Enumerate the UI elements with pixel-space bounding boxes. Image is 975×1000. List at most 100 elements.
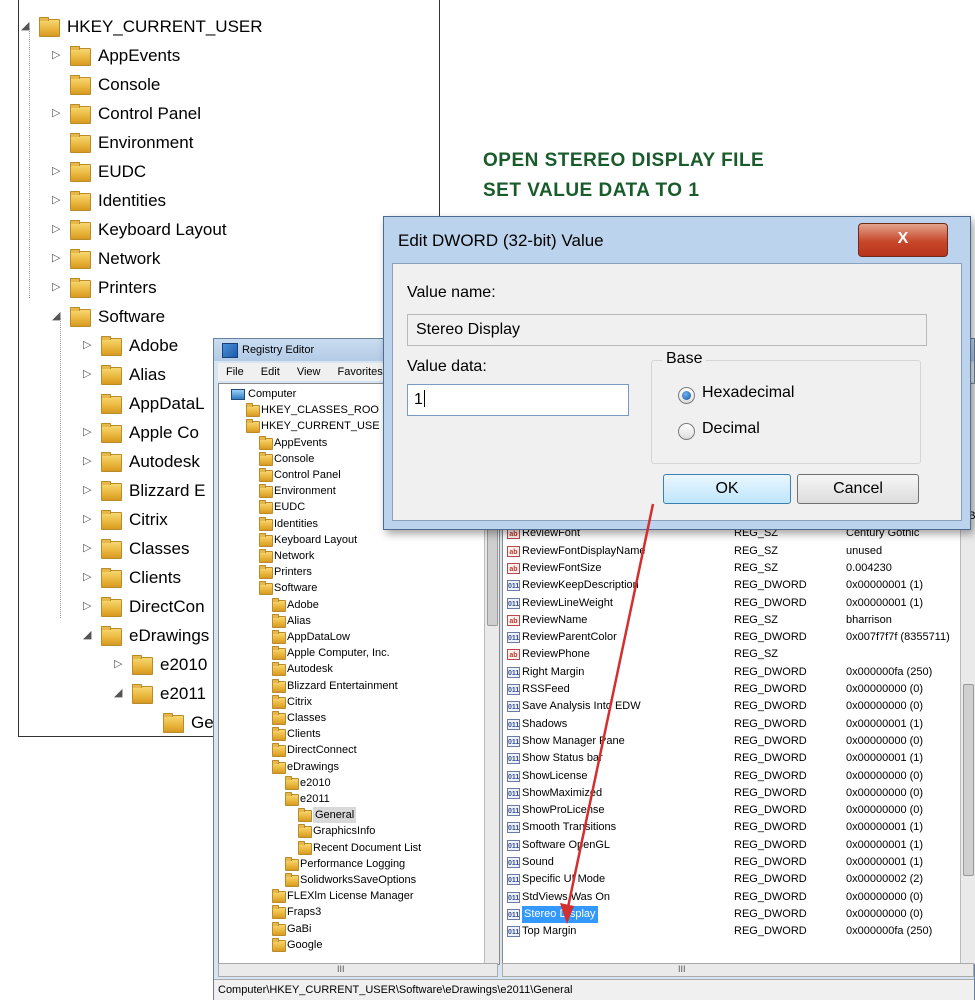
tree-item-label: Clients: [287, 728, 321, 741]
reg-dword-icon: 011: [507, 874, 520, 886]
value-type: REG_DWORD: [734, 596, 807, 609]
value-name: ShowMaximized: [522, 786, 603, 799]
value-row-reviewparentcolor[interactable]: 011 ReviewParentColor REG_DWORD 0x007f7f7f …: [507, 629, 969, 646]
value-row-software-opengl[interactable]: 011 Software OpenGL REG_DWORD 0x00000001 (1…: [507, 837, 969, 854]
dialog-title: Edit DWORD (32-bit) Value: [398, 231, 604, 250]
folder-icon: [70, 133, 91, 153]
reg-dword-icon: 011: [507, 580, 520, 592]
expand-arrow-icon: ▷: [83, 484, 92, 496]
tree-scroll-grip[interactable]: III: [337, 964, 345, 974]
value-row-showlicense[interactable]: 011 ShowLicense REG_DWORD 0x00000000 (0): [507, 768, 969, 785]
value-row-show-status-bar[interactable]: 011 Show Status bar REG_DWORD 0x00000001 (1…: [507, 750, 969, 767]
zoomed-tree-label: Autodesk: [129, 452, 200, 471]
tree-item-label: GaBi: [287, 922, 312, 935]
hexadecimal-radio[interactable]: [678, 387, 695, 404]
value-type: REG_DWORD: [734, 838, 807, 851]
zoomed-tree-label: AppDataL: [129, 394, 205, 413]
value-data-input[interactable]: 1: [407, 384, 629, 416]
value-row-stdviews-was-on[interactable]: 011 StdViews Was On REG_DWORD 0x00000000 (0…: [507, 889, 969, 906]
value-data: 0x00000001 (1): [846, 856, 924, 868]
dialog-close-button[interactable]: X: [858, 223, 948, 257]
value-row-reviewkeepdescription[interactable]: 011 ReviewKeepDescription REG_DWORD 0x00000…: [507, 577, 969, 594]
zoomed-tree-label: Identities: [98, 191, 167, 210]
value-data: 0x00000001 (1): [846, 838, 924, 851]
tree-horizontal-scrollbar[interactable]: III: [218, 963, 498, 977]
folder-icon: [272, 921, 286, 936]
folder-icon: [272, 678, 286, 693]
reg-dword-icon: 011: [507, 684, 520, 695]
folder-icon: [285, 856, 299, 871]
value-row-reviewname[interactable]: ab ReviewName REG_SZ bharrison: [507, 612, 969, 629]
value-row-reviewfontsize[interactable]: ab ReviewFontSize REG_SZ 0.004230: [507, 560, 969, 577]
reg-dword-icon: 011: [507, 753, 520, 765]
value-row-showprolicense[interactable]: 011 ShowProLicense REG_DWORD 0x00000000 (0): [507, 802, 969, 819]
tree-item-label: e2011: [300, 793, 330, 805]
value-row-shadows[interactable]: 011 Shadows REG_DWORD 0x00000001 (1): [507, 716, 969, 733]
reg-dword-icon: 011: [507, 926, 520, 938]
folder-icon: [298, 808, 312, 823]
value-type: REG_DWORD: [734, 821, 807, 834]
value-row-stereo-display[interactable]: 011 Stereo Display REG_DWORD 0x00000000 (0): [507, 905, 969, 923]
reg-sz-icon: ab: [507, 649, 520, 661]
ok-button[interactable]: OK: [663, 474, 791, 504]
zoomed-tree-label: Apple Co: [129, 423, 199, 442]
cancel-button[interactable]: Cancel: [797, 474, 919, 504]
zoomed-tree-label: Clients: [129, 568, 181, 587]
value-row-smooth-transitions[interactable]: 011 Smooth Transitions REG_DWORD 0x00000001…: [507, 819, 969, 836]
value-name-label: Value name:: [407, 284, 496, 301]
folder-icon: [70, 278, 91, 298]
value-row-right-margin[interactable]: 011 Right Margin REG_DWORD 0x000000fa (250): [507, 664, 969, 681]
value-row-specific-ui-mode[interactable]: 011 Specific UI Mode REG_DWORD 0x00000002 (…: [507, 871, 969, 888]
folder-icon: [101, 597, 122, 617]
reg-dword-icon: 011: [507, 718, 520, 730]
decimal-radio[interactable]: [678, 423, 695, 440]
value-type: REG_DWORD: [734, 890, 807, 903]
menu-favorites[interactable]: Favorites: [338, 366, 383, 378]
base-group: Base Hexadecimal Decimal: [651, 350, 921, 464]
value-row-top-margin[interactable]: 011 Top Margin REG_DWORD 0x000000fa (250): [507, 923, 969, 940]
folder-icon: [101, 510, 122, 530]
menu-view[interactable]: View: [297, 366, 321, 378]
value-name: Right Margin: [522, 665, 585, 678]
tree-item-label: EUDC: [274, 501, 306, 514]
value-row-reviewfontdisplayname[interactable]: ab ReviewFontDisplayName REG_SZ unused: [507, 543, 969, 560]
status-bar-path: Computer\HKEY_CURRENT_USER\Software\eDra…: [214, 979, 974, 1000]
tree-item-label: Autodesk: [287, 663, 333, 676]
hexadecimal-label[interactable]: Hexadecimal: [702, 384, 794, 402]
value-type: REG_SZ: [734, 561, 779, 574]
value-row-reviewlineweight[interactable]: 011 ReviewLineWeight REG_DWORD 0x00000001 (…: [507, 595, 969, 612]
value-name: ReviewFontDisplayName: [522, 544, 646, 557]
value-row-save-analysis-into-edw[interactable]: 011 Save Analysis Into EDW REG_DWORD 0x0000…: [507, 698, 969, 715]
expand-arrow-icon: ▷: [52, 49, 61, 61]
reg-dword-icon: 011: [507, 857, 520, 868]
value-name: Save Analysis Into EDW: [522, 700, 641, 713]
tree-item-label: GraphicsInfo: [313, 825, 376, 838]
value-row-showmaximized[interactable]: 011 ShowMaximized REG_DWORD 0x00000000 (0): [507, 785, 969, 802]
folder-icon: [132, 655, 153, 675]
folder-icon: [259, 468, 273, 482]
folder-icon: [70, 75, 91, 95]
value-row-reviewphone[interactable]: ab ReviewPhone REG_SZ: [507, 646, 969, 663]
values-scroll-grip[interactable]: III: [678, 964, 686, 974]
folder-icon: [259, 435, 273, 450]
menu-edit[interactable]: Edit: [261, 366, 280, 378]
value-type: REG_SZ: [734, 613, 779, 626]
value-name: RSSFeed: [522, 683, 570, 695]
value-row-show-manager-pane[interactable]: 011 Show Manager Pane REG_DWORD 0x00000000 …: [507, 733, 969, 750]
zoomed-tree-label: Blizzard E: [129, 481, 206, 500]
value-row-sound[interactable]: 011 Sound REG_DWORD 0x00000001 (1): [507, 854, 969, 871]
value-data: unused: [846, 544, 883, 557]
tree-item-label: Control Panel: [274, 469, 341, 481]
value-name-field: Stereo Display: [407, 314, 927, 346]
value-data: 0.004230: [846, 561, 892, 574]
value-data: 0x000000fa (250): [846, 925, 933, 938]
tree-item-label: SolidworksSaveOptions: [300, 874, 417, 886]
value-type: REG_SZ: [734, 544, 779, 557]
menu-file[interactable]: File: [226, 366, 244, 378]
folder-icon: [272, 597, 286, 612]
folder-icon: [70, 307, 91, 327]
value-data: 0x00000000 (0): [846, 907, 924, 920]
values-horizontal-scrollbar[interactable]: III: [502, 963, 974, 977]
decimal-label[interactable]: Decimal: [702, 420, 760, 438]
value-row-rssfeed[interactable]: 011 RSSFeed REG_DWORD 0x00000000 (0): [507, 681, 969, 698]
